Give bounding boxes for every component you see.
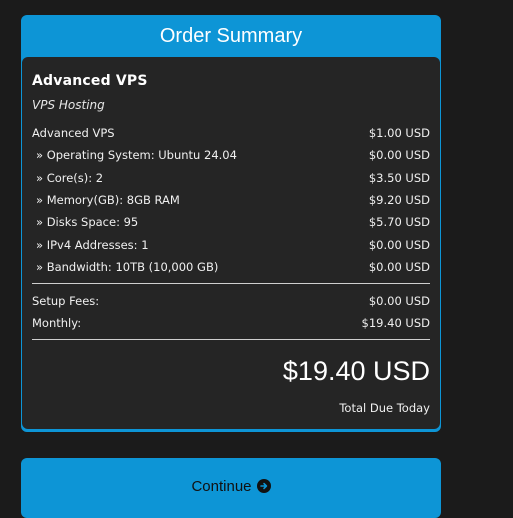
monthly-label: Monthly: [32, 316, 82, 330]
line-item-memory: » Memory(GB): 8GB RAM $9.20 USD [32, 193, 430, 207]
order-summary-panel: Order Summary Advanced VPS VPS Hosting A… [21, 15, 441, 432]
line-item-label: Advanced VPS [32, 126, 115, 140]
continue-label: Continue [191, 477, 252, 495]
line-item-price: $3.50 USD [368, 171, 430, 185]
line-item-disk: » Disks Space: 95 $5.70 USD [32, 215, 430, 229]
line-item-cores: » Core(s): 2 $3.50 USD [32, 171, 430, 185]
line-item-price: $5.70 USD [368, 215, 430, 229]
line-item-label: » Disks Space: 95 [36, 215, 139, 229]
product-group: VPS Hosting [32, 98, 105, 112]
divider [32, 339, 430, 340]
line-item-price: $1.00 USD [368, 126, 430, 140]
monthly-value: $19.40 USD [361, 316, 430, 330]
line-item-label: » Operating System: Ubuntu 24.04 [36, 148, 237, 162]
order-summary-body: Advanced VPS VPS Hosting Advanced VPS $1… [22, 57, 440, 429]
setup-fees-value: $0.00 USD [368, 294, 430, 308]
line-item-bandwidth: » Bandwidth: 10TB (10,000 GB) $0.00 USD [32, 260, 430, 274]
line-item-label: » Memory(GB): 8GB RAM [36, 193, 180, 207]
total-due-label: Total Due Today [339, 401, 430, 415]
continue-button[interactable]: Continue [21, 458, 441, 518]
monthly-row: Monthly: $19.40 USD [32, 316, 430, 330]
line-item-ipv4: » IPv4 Addresses: 1 $0.00 USD [32, 238, 430, 252]
line-item-price: $9.20 USD [368, 193, 430, 207]
divider [32, 283, 430, 284]
line-item-price: $0.00 USD [368, 260, 430, 274]
arrow-circle-right-icon [256, 479, 271, 493]
line-item-product: Advanced VPS $1.00 USD [32, 126, 430, 140]
line-item-label: » IPv4 Addresses: 1 [36, 238, 149, 252]
order-summary-title: Order Summary [159, 24, 303, 47]
total-amount: $19.40 USD [282, 356, 430, 386]
line-item-price: $0.00 USD [368, 238, 430, 252]
line-item-label: » Core(s): 2 [36, 171, 104, 185]
setup-fees-row: Setup Fees: $0.00 USD [32, 294, 430, 308]
line-item-os: » Operating System: Ubuntu 24.04 $0.00 U… [32, 148, 430, 162]
setup-fees-label: Setup Fees: [32, 294, 100, 308]
line-item-price: $0.00 USD [368, 148, 430, 162]
line-item-label: » Bandwidth: 10TB (10,000 GB) [36, 260, 219, 274]
product-name: Advanced VPS [32, 73, 148, 89]
